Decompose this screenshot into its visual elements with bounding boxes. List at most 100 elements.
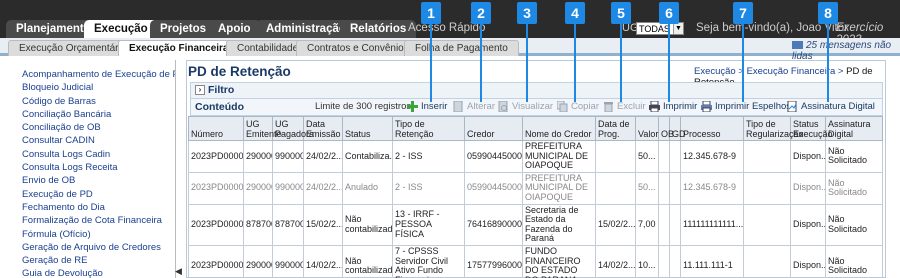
delete-button[interactable]: Excluir xyxy=(603,100,646,114)
table-row[interactable]: 2023PD0000... 290000 990000 24/02/2... C… xyxy=(188,140,883,173)
col-header-processo[interactable]: Processo xyxy=(680,116,744,141)
content-toolbar: Conteúdo Limite de 300 registros. Inseri… xyxy=(190,99,883,116)
sidebar-item-conciliacao-bancaria[interactable]: Conciliação Bancária xyxy=(8,108,175,121)
col-header-numero[interactable]: Número xyxy=(188,116,244,141)
print-mirrors-button[interactable]: Imprimir Espelhos xyxy=(701,100,791,114)
cell-status-execucao: Dispon... xyxy=(790,171,826,205)
sidebar-menu: Acompanhamento de Execução de PD Bloquei… xyxy=(8,60,176,278)
subtab-execucao-financeira[interactable]: Execução Financeira xyxy=(118,40,240,56)
cell-data-prog: 14/02/2... xyxy=(595,244,636,278)
cell-ug-pagadora: 878700 xyxy=(272,203,304,246)
sidebar-item-geracao-re[interactable]: Geração de RE xyxy=(8,254,175,267)
sidebar-top-spacer xyxy=(8,60,175,68)
sidebar-item-formula-oficio[interactable]: Fórmula (Ofício) xyxy=(8,228,175,241)
nav-tab-execucao[interactable]: Execução xyxy=(84,20,158,38)
ug-select-value: TODAS xyxy=(639,24,670,34)
sidebar-item-fechamento-dia[interactable]: Fechamento do Dia xyxy=(8,201,175,214)
subtab-folha-pagamento[interactable]: Folha de Pagamento xyxy=(404,40,519,56)
copy-icon xyxy=(556,100,568,113)
col-header-nome-credor[interactable]: Nome do Credor xyxy=(522,116,596,141)
col-header-status-execucao[interactable]: Status Execução xyxy=(790,116,833,141)
sidebar-item-consultar-cadin[interactable]: Consultar CADIN xyxy=(8,134,175,147)
col-header-status[interactable]: Status xyxy=(342,116,393,141)
cell-processo: 111111111111... xyxy=(680,203,744,246)
sidebar-item-codigo-barras[interactable]: Código de Barras xyxy=(8,95,175,108)
collapse-sidebar-icon[interactable]: ◀ xyxy=(175,266,183,278)
table-row[interactable]: 2023PD0000... 290000 990000 24/02/2... A… xyxy=(188,171,883,205)
col-header-tipo-regularizacao[interactable]: Tipo de Regularização xyxy=(743,116,804,141)
digital-signature-button-label: Assinatura Digital xyxy=(801,101,875,112)
cell-numero: 2023PD0000... xyxy=(188,140,244,173)
printer-icon xyxy=(649,100,660,113)
cell-tipo-retencao: 7 - CPSSS Servidor Civil Ativo Fundo Fin… xyxy=(392,244,465,278)
sidebar-item-arquivo-credores[interactable]: Geração de Arquivo de Credores xyxy=(8,241,175,254)
sidebar-item-logs-receita[interactable]: Consulta Logs Receita xyxy=(8,161,175,174)
col-header-gd[interactable]: GD xyxy=(669,116,686,141)
cell-ug-emitente: 290000 xyxy=(243,140,273,173)
alter-button[interactable]: Alterar xyxy=(453,100,495,114)
alter-button-label: Alterar xyxy=(467,101,495,112)
col-header-tipo-retencao[interactable]: Tipo de Retenção xyxy=(392,116,465,141)
cell-status: Contabiliza... xyxy=(342,140,393,173)
callout-line-7 xyxy=(742,24,744,102)
breadcrumb-execucao-financeira[interactable]: Execução Financeira xyxy=(747,66,836,77)
sidebar-item-logs-cadin[interactable]: Consulta Logs Cadin xyxy=(8,148,175,161)
breadcrumb-execucao[interactable]: Execução xyxy=(694,66,736,77)
cell-nome-credor: PREFEITURA MUNICIPAL DE OIAPOQUE xyxy=(522,140,596,173)
cell-nome-credor: Secretaria de Estado da Fazenda do Paran… xyxy=(522,203,596,246)
cell-gd xyxy=(669,171,681,205)
nav-tab-apoio[interactable]: Apoio xyxy=(208,20,261,38)
sidebar-item-cota-financeira[interactable]: Formalização de Cota Financeira xyxy=(8,214,175,227)
cell-credor: 17577996000... xyxy=(464,244,523,278)
page-title: PD de Retenção xyxy=(188,64,291,79)
filter-section-header[interactable]: › Filtro xyxy=(190,82,883,99)
sidebar-item-conciliacao-ob[interactable]: Conciliação de OB xyxy=(8,121,175,134)
sidebar-item-envio-ob[interactable]: Envio de OB xyxy=(8,174,175,187)
cell-assinatura-digital: Não Solicitado xyxy=(825,203,883,246)
copy-button-label: Copiar xyxy=(571,101,599,112)
col-header-data-emissao[interactable]: Data Emissão xyxy=(303,116,343,141)
unread-messages-link[interactable]: 25 mensagens não lidas xyxy=(792,40,900,62)
col-header-valor[interactable]: Valor xyxy=(635,116,659,141)
envelope-icon xyxy=(792,41,803,50)
nav-tab-projetos[interactable]: Projetos xyxy=(150,20,217,38)
plus-icon xyxy=(407,100,418,112)
cell-data-prog xyxy=(595,140,636,173)
sidebar-item-acompanhamento[interactable]: Acompanhamento de Execução de PD xyxy=(8,68,175,81)
cell-credor: 76416890000... xyxy=(464,203,523,246)
col-header-data-prog[interactable]: Data de Prog. xyxy=(595,116,636,141)
callout-badge-3: 3 xyxy=(517,2,537,24)
col-header-credor[interactable]: Credor xyxy=(464,116,523,141)
copy-button[interactable]: Copiar xyxy=(556,100,599,114)
sidebar-item-bloqueio-judicial[interactable]: Bloqueio Judicial xyxy=(8,81,175,94)
callout-badge-4: 4 xyxy=(565,2,585,24)
cell-valor: 7,00 xyxy=(635,203,659,246)
chevron-right-icon: › xyxy=(195,85,205,96)
subtab-contratos-convenios[interactable]: Contratos e Convênios xyxy=(296,40,420,56)
table-row[interactable]: 2023PD0000... 290000 990000 14/02/2... N… xyxy=(188,244,883,278)
cell-credor: 05990445000... xyxy=(464,171,523,205)
digital-signature-button[interactable]: Assinatura Digital xyxy=(787,100,875,114)
insert-button[interactable]: Inserir xyxy=(407,100,447,114)
col-header-ug-pagadora[interactable]: UG Pagadora xyxy=(272,116,314,141)
sidebar-item-execucao-pd[interactable]: Execução de PD xyxy=(8,188,175,201)
table-row[interactable]: 2023PD0000... 878700 878700 15/02/2... N… xyxy=(188,203,883,246)
cell-ob xyxy=(658,244,670,278)
cell-status: Não contabilizado xyxy=(342,203,393,246)
sidebar-item-guia-devolucao[interactable]: Guia de Devolução xyxy=(8,267,175,278)
cell-nome-credor: PREFEITURA MUNICIPAL DE OIAPOQUE xyxy=(522,171,596,205)
unread-messages-text: 25 mensagens não lidas xyxy=(792,40,892,62)
callout-line-5 xyxy=(620,24,622,102)
cell-tipo-regularizacao xyxy=(743,171,791,205)
view-button[interactable]: Visualizar xyxy=(498,100,553,114)
print-button[interactable]: Imprimir xyxy=(649,100,697,114)
print-button-label: Imprimir xyxy=(663,101,698,112)
printer-mirrors-icon xyxy=(701,100,712,113)
col-header-assinatura-digital[interactable]: Assinatura Digital xyxy=(825,116,883,141)
col-header-ob[interactable]: OB xyxy=(658,116,674,141)
nav-tab-relatorios[interactable]: Relatórios xyxy=(340,20,417,38)
cell-tipo-regularizacao xyxy=(743,140,791,173)
cell-ug-emitente: 878700 xyxy=(243,203,273,246)
col-header-ug-emitente[interactable]: UG Emitente xyxy=(243,116,282,141)
callout-line-2 xyxy=(480,24,482,102)
